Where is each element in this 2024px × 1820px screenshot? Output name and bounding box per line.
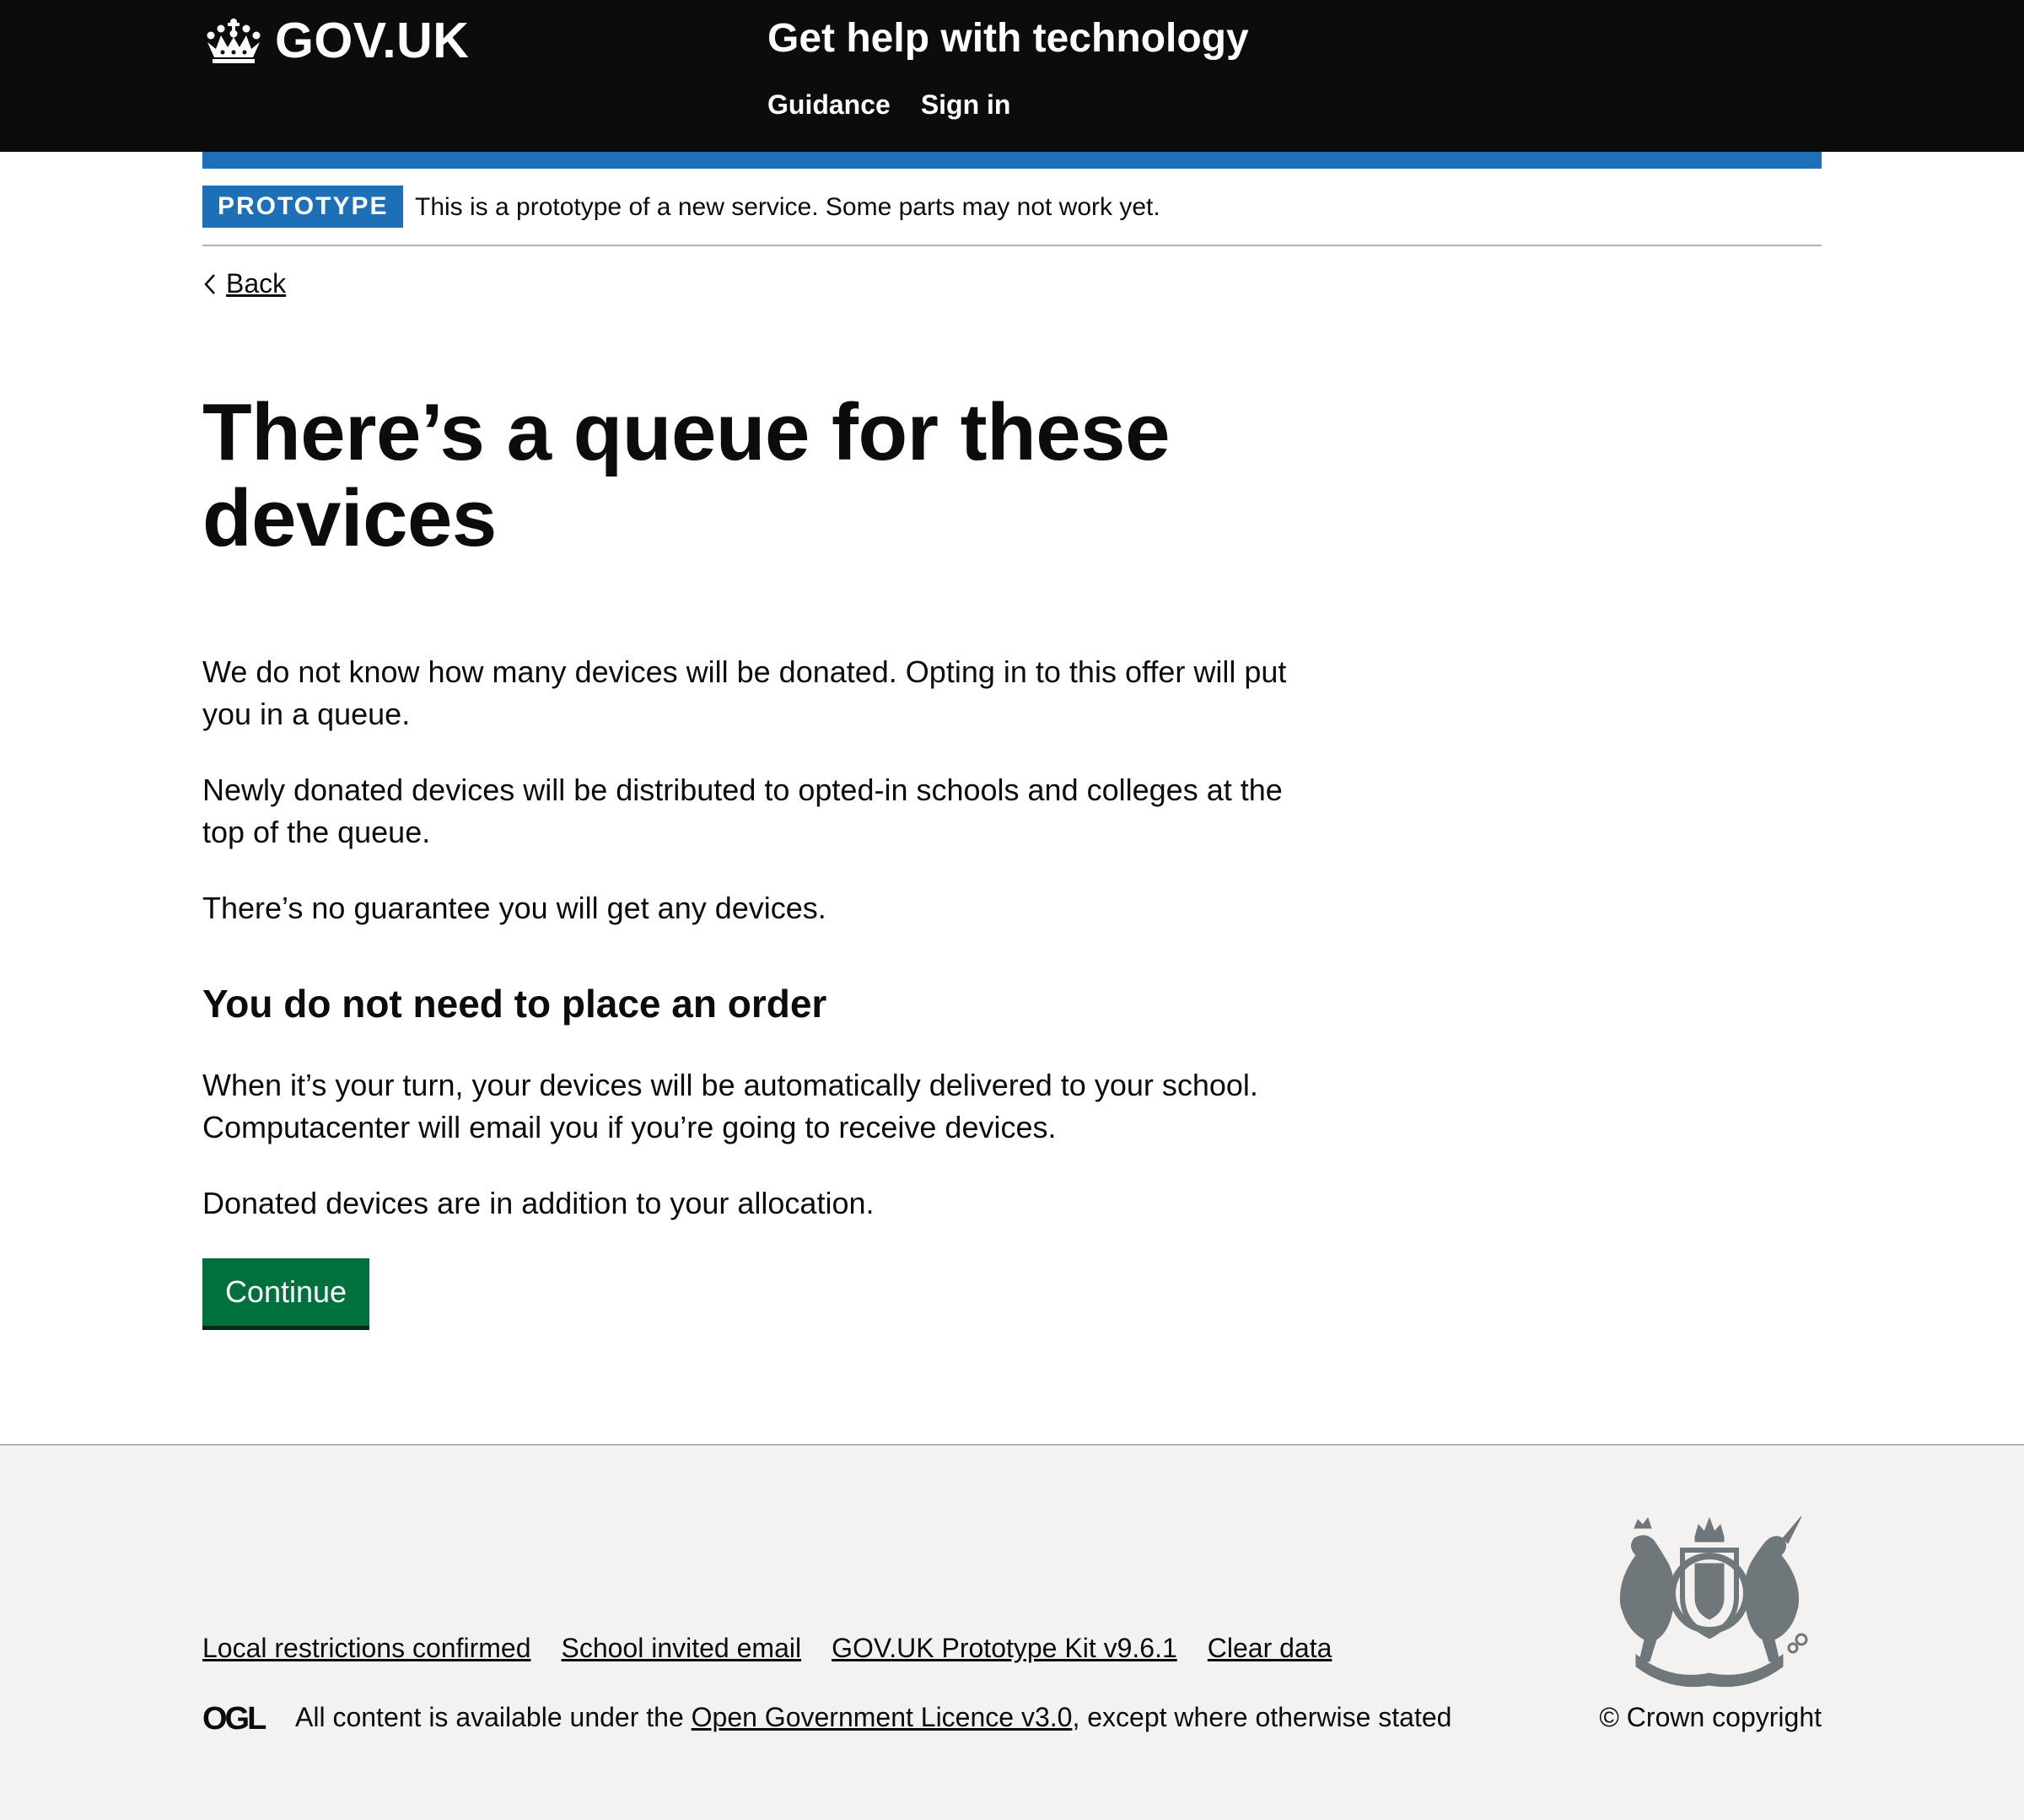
header-blue-bar — [202, 152, 1822, 169]
paragraph-distribution: Newly donated devices will be distribute… — [202, 773, 1283, 849]
logo-text: GOV.UK — [275, 13, 470, 68]
ogl-logo-icon: OGL — [202, 1703, 269, 1733]
crown-icon — [207, 19, 261, 63]
service-name-link[interactable]: Get help with technology — [767, 15, 1249, 62]
header-navigation: Guidance Sign in — [767, 89, 1010, 121]
licence-prefix: All content is available under the — [295, 1702, 692, 1732]
paragraph-no-guarantee: There’s no guarantee you will get any de… — [202, 891, 826, 925]
licence-link[interactable]: Open Government Licence v3.0 — [692, 1702, 1073, 1732]
nav-guidance-link[interactable]: Guidance — [767, 89, 891, 121]
phase-banner: PROTOTYPE This is a prototype of a new s… — [202, 186, 1822, 246]
govuk-logo-link[interactable]: GOV.UK — [202, 13, 470, 68]
site-header: GOV.UK Get help with technology Guidance… — [0, 0, 2024, 152]
footer-link-local-restrictions[interactable]: Local restrictions confirmed — [202, 1633, 530, 1664]
subheading-no-order: You do not need to place an order — [202, 982, 827, 1026]
page-title: There’s a queue for these devices — [202, 387, 1170, 563]
royal-coat-of-arms-icon — [1619, 1516, 1808, 1688]
footer-link-school-invited-email[interactable]: School invited email — [561, 1633, 801, 1664]
paragraph-queue: We do not know how many devices will be … — [202, 654, 1287, 731]
back-link-label: Back — [226, 268, 287, 299]
paragraph-delivery: When it’s your turn, your devices will b… — [202, 1068, 1258, 1144]
footer-link-clear-data[interactable]: Clear data — [1208, 1633, 1332, 1664]
nav-sign-in-link[interactable]: Sign in — [921, 89, 1011, 121]
licence-text: All content is available under the Open … — [295, 1702, 1451, 1733]
back-link[interactable]: Back — [202, 268, 286, 299]
phase-banner-text: This is a prototype of a new service. So… — [415, 193, 1160, 221]
prototype-tag: PROTOTYPE — [202, 186, 404, 228]
crown-copyright-link[interactable]: © Crown copyright — [1599, 1702, 1822, 1733]
licence-row: OGL All content is available under the O… — [202, 1702, 1451, 1733]
site-footer: Local restrictions confirmed School invi… — [0, 1444, 2024, 1820]
chevron-left-icon — [204, 273, 215, 294]
svg-text:OGL: OGL — [202, 1703, 266, 1733]
paragraph-allocation: Donated devices are in addition to your … — [202, 1186, 875, 1220]
footer-links: Local restrictions confirmed School invi… — [202, 1633, 1332, 1664]
continue-button[interactable]: Continue — [202, 1258, 369, 1326]
licence-suffix: , except where otherwise stated — [1072, 1702, 1452, 1732]
footer-link-prototype-kit[interactable]: GOV.UK Prototype Kit v9.6.1 — [832, 1633, 1177, 1664]
